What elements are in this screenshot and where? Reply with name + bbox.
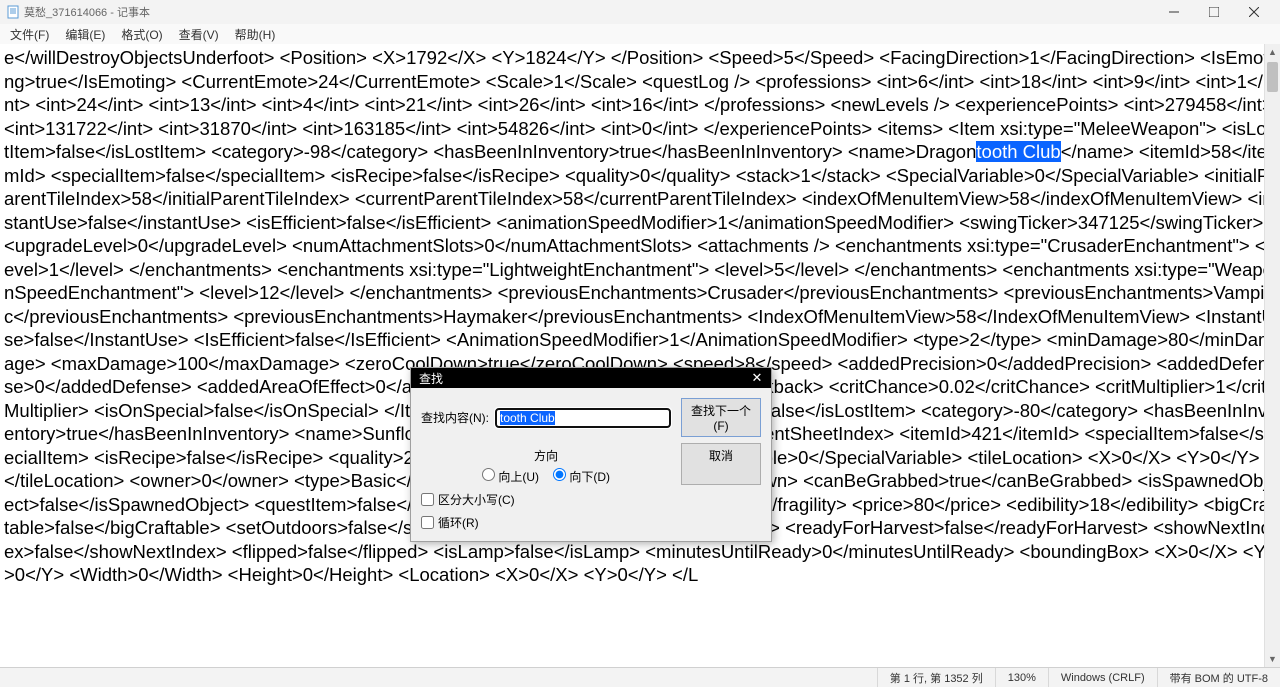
status-eol: Windows (CRLF) [1048, 668, 1157, 687]
status-zoom: 130% [995, 668, 1048, 687]
find-dialog-title: 查找 [419, 370, 443, 387]
find-dialog: 查找 ✕ 查找内容(N): 查找下一个(F) 取消 方向 向上(U) 向下(D)… [410, 367, 772, 542]
titlebar: 莫愁_371614066 - 记事本 [0, 0, 1280, 24]
find-close-button[interactable]: ✕ [747, 369, 767, 387]
menu-help[interactable]: 帮助(H) [229, 24, 282, 45]
vertical-scrollbar[interactable]: ▲ ▼ [1264, 44, 1280, 667]
text-area[interactable]: e</willDestroyObjectsUnderfoot> <Positio… [0, 44, 1280, 667]
notepad-icon [6, 5, 20, 19]
direction-label: 方向 [534, 447, 558, 464]
find-dialog-titlebar[interactable]: 查找 ✕ [411, 368, 771, 388]
menu-edit[interactable]: 编辑(E) [59, 24, 111, 45]
match-case-checkbox[interactable]: 区分大小写(C) [421, 491, 671, 508]
find-cancel-button[interactable]: 取消 [681, 443, 761, 485]
scroll-down-arrow[interactable]: ▼ [1265, 651, 1280, 667]
find-what-label: 查找内容(N): [421, 409, 489, 426]
search-highlight: tooth Club [976, 141, 1060, 162]
status-encoding: 带有 BOM 的 UTF-8 [1157, 668, 1280, 687]
find-next-button[interactable]: 查找下一个(F) [681, 398, 761, 437]
menu-view[interactable]: 查看(V) [173, 24, 225, 45]
scroll-thumb[interactable] [1267, 62, 1278, 92]
wrap-around-checkbox[interactable]: 循环(R) [421, 514, 671, 531]
statusbar: 第 1 行, 第 1352 列 130% Windows (CRLF) 带有 B… [0, 667, 1280, 687]
direction-down-radio[interactable]: 向下(D) [553, 468, 610, 485]
menu-format[interactable]: 格式(O) [115, 24, 168, 45]
scroll-up-arrow[interactable]: ▲ [1265, 44, 1280, 60]
menu-file[interactable]: 文件(F) [4, 24, 55, 45]
menubar: 文件(F) 编辑(E) 格式(O) 查看(V) 帮助(H) [0, 24, 1280, 44]
window-title: 莫愁_371614066 - 记事本 [24, 4, 150, 20]
maximize-button[interactable] [1194, 0, 1234, 24]
status-position: 第 1 行, 第 1352 列 [877, 668, 995, 687]
find-input[interactable] [495, 408, 671, 428]
minimize-button[interactable] [1154, 0, 1194, 24]
direction-up-radio[interactable]: 向上(U) [482, 468, 539, 485]
close-button[interactable] [1234, 0, 1274, 24]
